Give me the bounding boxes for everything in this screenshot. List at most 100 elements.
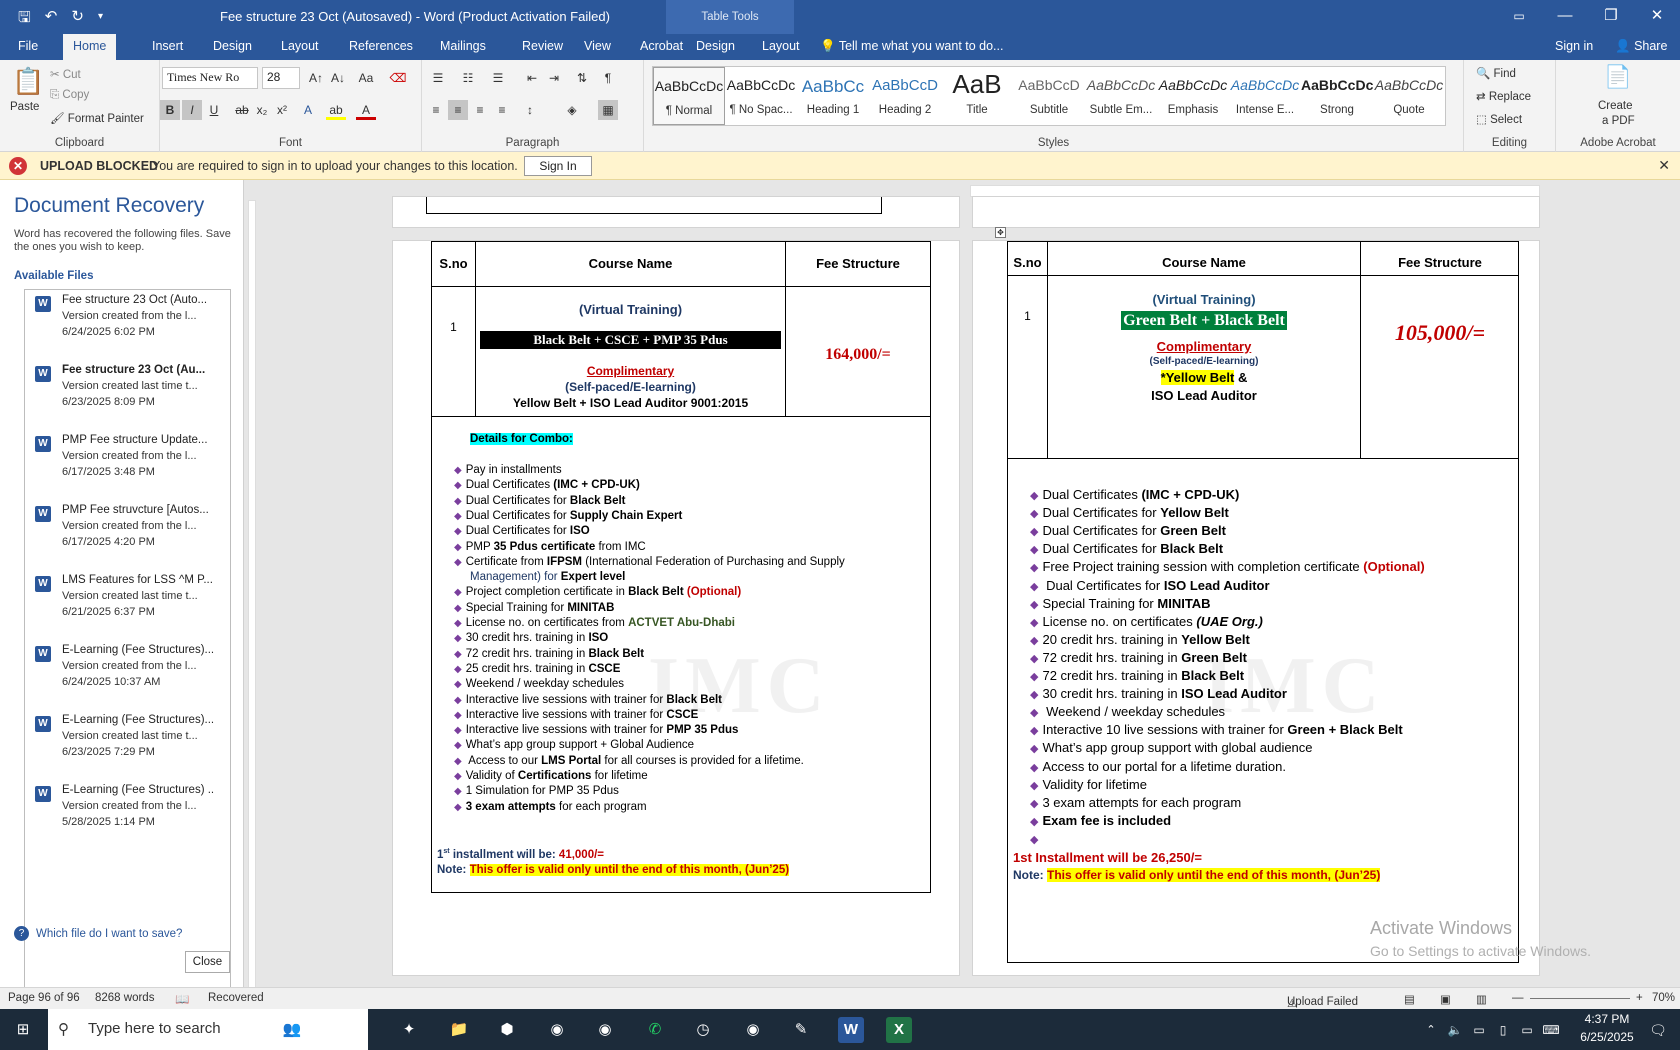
sign-in-button[interactable]: Sign In (524, 156, 592, 176)
share-button[interactable]: 👤 Share (1605, 34, 1677, 60)
copy-button[interactable]: ⎘ Copy (50, 89, 89, 102)
change-case-icon[interactable]: Aa (356, 68, 376, 88)
recovered-file[interactable]: W Fee structure 23 Oct (Au... Version crea… (25, 360, 230, 430)
network-icon[interactable]: ▭ (1466, 1017, 1492, 1043)
zoom-slider[interactable] (1530, 998, 1630, 999)
recovered-file[interactable]: W E-Learning (Fee Structures)... Version c… (25, 640, 230, 710)
zoom-level[interactable]: 70% (1652, 992, 1675, 1004)
excel-taskbar-icon[interactable]: X (886, 1017, 912, 1043)
strikethrough-icon[interactable]: ab (232, 100, 252, 120)
app-icon[interactable]: ⬢ (494, 1017, 520, 1043)
redo-icon[interactable]: ↻ (71, 7, 84, 32)
recovered-file[interactable]: W PMP Fee struvcture [Autos... Version cre… (25, 500, 230, 570)
page-count[interactable]: Page 96 of 96 (8, 992, 80, 1004)
tab-layout[interactable]: Layout (271, 34, 329, 60)
style-intense-emphasis[interactable]: AaBbCcDc Intense E... (1229, 67, 1301, 125)
font-color-icon[interactable]: A (356, 100, 376, 120)
multilevel-list-icon[interactable]: ☰ (488, 68, 508, 88)
close-icon[interactable]: ✕ (1658, 157, 1670, 174)
maximize-button[interactable]: ❐ (1588, 0, 1634, 34)
tell-me-box[interactable]: 💡 Tell me what you want to do... (810, 34, 1013, 60)
task-view-icon[interactable]: ⧉ (350, 1017, 376, 1043)
pilcrow-icon[interactable]: ¶ (598, 68, 618, 88)
fee-table[interactable]: S.no Course Name Fee Structure 1 (Virtua… (431, 241, 931, 893)
customize-qat-icon[interactable]: ▾ (98, 7, 103, 32)
tab-acrobat[interactable]: Acrobat (630, 34, 693, 60)
zoom-in-icon[interactable]: + (1636, 992, 1643, 1004)
fee-table[interactable]: S.no Course Name Fee Structure 1 (Virtua… (1007, 241, 1519, 963)
align-right-icon[interactable]: ≡ (470, 100, 490, 120)
file-explorer-icon[interactable]: 📁 (446, 1017, 472, 1043)
justify-icon[interactable]: ≡ (492, 100, 512, 120)
increase-indent-icon[interactable]: ⇥ (544, 68, 564, 88)
zoom-out-icon[interactable]: — (1512, 992, 1524, 1004)
style-no-spacing[interactable]: AaBbCcDc ¶ No Spac... (725, 67, 797, 125)
replace-button[interactable]: ⇄ Replace (1476, 89, 1531, 103)
tab-view[interactable]: View (574, 34, 621, 60)
style-subtle-emphasis[interactable]: AaBbCcDc Subtle Em... (1085, 67, 1157, 125)
tab-design[interactable]: Design (203, 34, 262, 60)
style-emphasis[interactable]: AaBbCcDc Emphasis (1157, 67, 1229, 125)
recovered-file[interactable]: W Fee structure 23 Oct (Auto... Version cr… (25, 290, 230, 360)
tab-table-design[interactable]: Design (686, 34, 745, 60)
windows-start-icon[interactable]: ⊞ (10, 1017, 36, 1043)
underline-icon[interactable]: U (204, 100, 224, 120)
recovered-file[interactable]: W LMS Features for LSS ^M P... Version cre… (25, 570, 230, 640)
tab-home[interactable]: Home (63, 34, 117, 60)
line-spacing-icon[interactable]: ↕ (520, 100, 540, 120)
borders-icon[interactable]: ▦ (598, 100, 618, 120)
read-mode-icon[interactable]: ▤ (1404, 992, 1415, 1006)
tab-insert[interactable]: Insert (142, 34, 193, 60)
copilot-icon[interactable]: ✦ (396, 1017, 422, 1043)
cut-button[interactable]: ✂ Cut (50, 67, 81, 81)
style-heading-1[interactable]: AaBbCc Heading 1 (797, 67, 869, 125)
decrease-indent-icon[interactable]: ⇤ (522, 68, 542, 88)
display-icon[interactable]: ▭ (1514, 1017, 1540, 1043)
clear-format-icon[interactable]: ⌫ (388, 68, 408, 88)
word-count[interactable]: 8268 words (95, 992, 154, 1004)
save-icon[interactable]: 🖫 (18, 7, 31, 32)
recovered-file[interactable]: W E-Learning (Fee Structures)... Version c… (25, 710, 230, 780)
recovery-close-button[interactable]: Close (185, 951, 230, 973)
italic-icon[interactable]: I (182, 100, 202, 120)
style-strong[interactable]: AaBbCcDc Strong (1301, 67, 1373, 125)
style-normal[interactable]: AaBbCcDc ¶ Normal (653, 67, 725, 125)
chrome-icon[interactable]: ◉ (544, 1017, 570, 1043)
battery-icon[interactable]: ▯ (1490, 1017, 1516, 1043)
document-page-left[interactable]: IMC S.no Course Name Fee Structure 1 (Vi… (392, 240, 960, 976)
chrome-icon[interactable]: ◉ (592, 1017, 618, 1043)
font-name-box[interactable]: Times New Ro (162, 67, 258, 89)
create-pdf-label[interactable]: Create (1598, 100, 1633, 112)
tab-table-layout[interactable]: Layout (752, 34, 810, 60)
sort-icon[interactable]: ⇅ (572, 68, 592, 88)
superscript-icon[interactable]: x² (272, 100, 292, 120)
find-button[interactable]: 🔍 Find (1476, 66, 1516, 80)
select-button[interactable]: ⬚ Select (1476, 112, 1522, 126)
style-quote[interactable]: AaBbCcDc Quote (1373, 67, 1445, 125)
table-move-handle-icon[interactable]: ✥ (995, 227, 1006, 238)
style-title[interactable]: AaB Title (941, 67, 1013, 125)
bold-icon[interactable]: B (160, 100, 180, 120)
shading-icon[interactable]: ◈ (562, 100, 582, 120)
tab-references[interactable]: References (339, 34, 423, 60)
print-layout-icon[interactable]: ▣ (1440, 992, 1451, 1006)
ribbon-display-icon[interactable]: ▭ (1496, 0, 1542, 34)
highlight-icon[interactable]: ab (326, 100, 346, 120)
style-heading-2[interactable]: AaBbCcD Heading 2 (869, 67, 941, 125)
clock-app-icon[interactable]: ◷ (690, 1017, 716, 1043)
minimize-button[interactable]: — (1542, 0, 1588, 34)
grow-font-icon[interactable]: A↑ (306, 68, 326, 88)
pdf-icon[interactable]: 📄 (1604, 64, 1631, 90)
tab-review[interactable]: Review (512, 34, 573, 60)
clock-date[interactable]: 6/25/2025 (1572, 1030, 1642, 1044)
which-file-link[interactable]: Which file do I want to save? (36, 928, 182, 940)
proofing-icon[interactable]: 📖 (175, 992, 189, 1006)
undo-icon[interactable]: ↶ (45, 7, 58, 32)
document-page-right[interactable]: IMC ✥ S.no Course Name Fee Structure 1 (… (972, 227, 1540, 976)
chevron-up-icon[interactable]: ⌃ (1418, 1017, 1444, 1043)
notepad-icon[interactable]: ✎ (788, 1017, 814, 1043)
recovered-file[interactable]: W E-Learning (Fee Structures) .. Version c… (25, 780, 230, 850)
format-painter-button[interactable]: 🖌 Format Painter (50, 111, 144, 125)
align-center-icon[interactable]: ≡ (448, 100, 468, 120)
recovered-file[interactable]: W PMP Fee structure Update... Version crea… (25, 430, 230, 500)
